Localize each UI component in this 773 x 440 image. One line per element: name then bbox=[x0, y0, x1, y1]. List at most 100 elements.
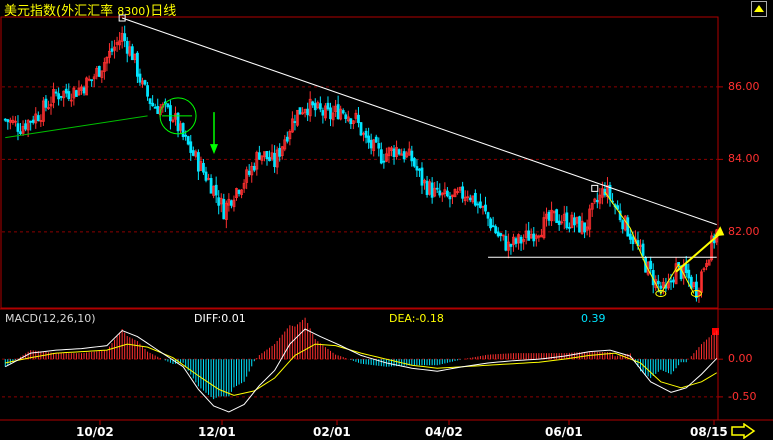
candle-body bbox=[184, 134, 188, 137]
price-tick-label: 84.00 bbox=[728, 152, 760, 166]
diff-value: DIFF:0.01 bbox=[194, 312, 246, 325]
candle-body bbox=[6, 119, 10, 123]
candle-body bbox=[153, 106, 157, 109]
candle-body bbox=[278, 147, 282, 157]
scroll-up-button[interactable] bbox=[751, 1, 767, 17]
candle-body bbox=[583, 222, 587, 233]
candle-body bbox=[649, 260, 653, 270]
candle-body bbox=[369, 139, 373, 149]
candle-body bbox=[189, 141, 193, 153]
candle-body bbox=[59, 95, 63, 98]
candle-body bbox=[252, 165, 256, 171]
candle-body bbox=[156, 105, 160, 114]
candle-body bbox=[344, 114, 348, 120]
candle-body bbox=[410, 150, 414, 162]
candle-body bbox=[420, 167, 424, 186]
candle-body bbox=[202, 162, 205, 173]
candle-body bbox=[509, 244, 513, 247]
scroll-up-icon bbox=[754, 5, 764, 12]
title-code: 8300 bbox=[117, 5, 146, 18]
macd-tick-label: -0.50 bbox=[728, 389, 757, 403]
candle-body bbox=[90, 79, 94, 82]
candle-body bbox=[656, 280, 660, 285]
resistance-trendline bbox=[121, 17, 717, 226]
candle-body bbox=[341, 110, 345, 114]
candle-body bbox=[425, 180, 429, 195]
x-tick-label: 12/01 bbox=[198, 425, 236, 439]
candle-body bbox=[374, 136, 378, 143]
candle-body bbox=[415, 166, 419, 171]
candle-body bbox=[130, 46, 134, 61]
candle-body bbox=[357, 114, 360, 123]
candle-body bbox=[379, 149, 383, 164]
candle-body bbox=[230, 200, 233, 206]
candle-body bbox=[125, 40, 129, 54]
candle-body bbox=[19, 131, 22, 135]
price-tick-label: 82.00 bbox=[728, 224, 760, 238]
candle-body bbox=[491, 225, 495, 228]
candle-body bbox=[306, 108, 310, 116]
candle-body bbox=[412, 158, 416, 167]
macd-histogram-group bbox=[4, 317, 718, 400]
candle-body bbox=[631, 236, 635, 245]
candle-body bbox=[377, 143, 381, 149]
candle-body bbox=[565, 212, 569, 229]
candles-group bbox=[3, 25, 719, 303]
candle-body bbox=[3, 118, 7, 121]
candle-body bbox=[336, 104, 340, 120]
candle-body bbox=[75, 90, 78, 97]
candle-body bbox=[367, 135, 371, 143]
candle-body bbox=[496, 231, 500, 237]
candle-body bbox=[659, 285, 663, 289]
candle-body bbox=[402, 151, 406, 160]
candle-body bbox=[204, 171, 208, 181]
candle-body bbox=[684, 263, 688, 273]
title-bracket: (外汇汇率 bbox=[56, 4, 114, 19]
candle-body bbox=[29, 120, 33, 123]
candle-body bbox=[273, 152, 277, 167]
candle-body bbox=[214, 184, 218, 196]
candle-body bbox=[257, 152, 261, 160]
candle-body bbox=[268, 157, 271, 162]
candle-body bbox=[16, 123, 20, 132]
candle-body bbox=[476, 203, 480, 206]
candle-body bbox=[595, 199, 599, 203]
candle-body bbox=[166, 103, 170, 108]
arrow-right-icon bbox=[731, 422, 756, 440]
chart-canvas bbox=[0, 14, 773, 425]
candle-body bbox=[110, 48, 114, 52]
candle-body bbox=[445, 190, 449, 197]
candle-body bbox=[461, 186, 465, 199]
candle-body bbox=[573, 217, 576, 226]
candle-body bbox=[57, 93, 61, 100]
candle-body bbox=[484, 204, 487, 212]
candle-body bbox=[298, 107, 302, 115]
candle-body bbox=[31, 119, 35, 123]
next-page-button[interactable] bbox=[730, 422, 756, 440]
candle-body bbox=[209, 178, 213, 194]
down-arrow-head bbox=[210, 144, 218, 155]
candle-body bbox=[473, 192, 477, 206]
candle-body bbox=[567, 226, 571, 229]
candle-body bbox=[36, 115, 40, 122]
x-tick-label: 06/01 bbox=[545, 425, 583, 439]
chart-title: 美元指数(外汇汇率 8300)日线 bbox=[4, 0, 176, 19]
candle-body bbox=[138, 73, 142, 83]
candle-body bbox=[435, 187, 439, 190]
candle-body bbox=[217, 197, 221, 206]
candle-body bbox=[628, 233, 632, 240]
candle-body bbox=[519, 236, 523, 244]
macd-title: MACD(12,26,10) bbox=[5, 312, 96, 325]
price-tick-label: 86.00 bbox=[728, 79, 760, 93]
candle-body bbox=[392, 148, 396, 157]
candle-body bbox=[486, 212, 490, 219]
candle-body bbox=[695, 281, 698, 299]
x-tick-label: 08/15 bbox=[690, 425, 728, 439]
candle-body bbox=[293, 121, 297, 123]
candle-body bbox=[438, 190, 442, 196]
candle-body bbox=[687, 269, 691, 279]
candle-body bbox=[97, 65, 101, 77]
candle-body bbox=[532, 233, 536, 242]
title-suffix: )日线 bbox=[145, 4, 177, 19]
candle-body bbox=[626, 217, 630, 237]
